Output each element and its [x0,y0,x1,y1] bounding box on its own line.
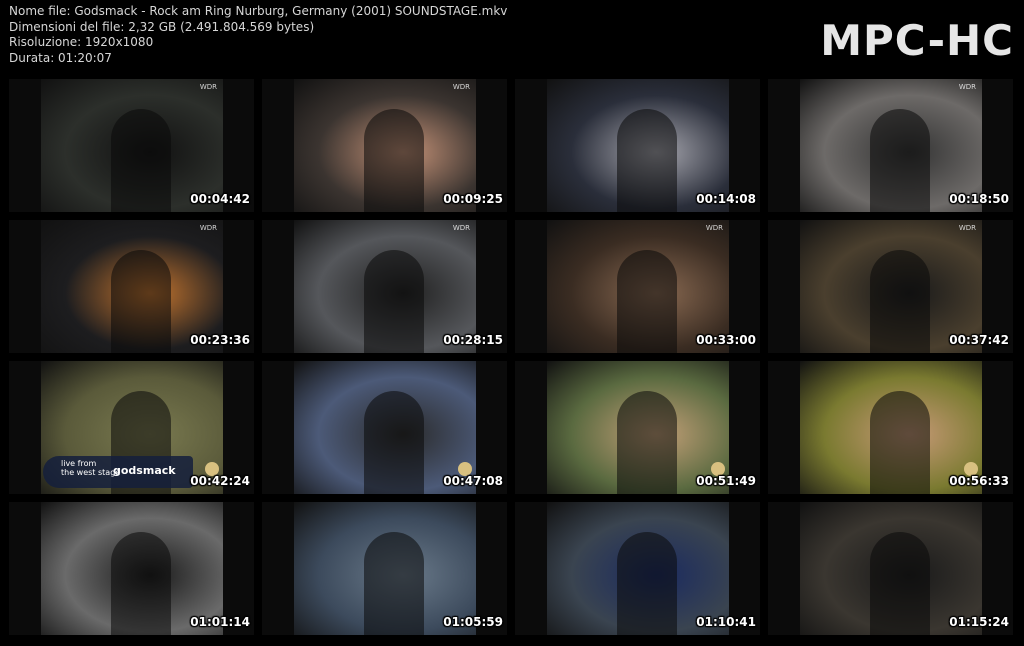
thumbnail[interactable]: WDR 00:33:00 [515,220,760,353]
channel-logo: WDR [199,224,217,232]
timestamp: 01:05:59 [443,615,503,629]
caption-line2: the west stage [61,468,121,477]
channel-logo: WDR [958,83,976,91]
caption-brand: godsmack [113,464,176,477]
timestamp: 00:47:08 [443,474,503,488]
thumbnail[interactable]: 01:05:59 [262,502,507,635]
timestamp: 00:56:33 [949,474,1009,488]
timestamp: 00:51:49 [696,474,756,488]
thumbnail[interactable]: WDR 00:23:36 [9,220,254,353]
thumbnail-grid: WDR 00:04:42 WDR 00:09:25 00:14:08 WDR 00:18:5… [0,0,1024,646]
channel-logo: WDR [199,83,217,91]
timestamp: 00:33:00 [696,333,756,347]
thumbnail[interactable]: 00:14:08 [515,79,760,212]
thumbnail[interactable]: 01:01:14 [9,502,254,635]
timestamp: 01:15:24 [949,615,1009,629]
timestamp: 00:09:25 [443,192,503,206]
thumbnail[interactable]: WDR 00:37:42 [768,220,1013,353]
channel-logo: WDR [705,224,723,232]
timestamp: 00:23:36 [190,333,250,347]
thumbnail[interactable]: WDR 00:04:42 [9,79,254,212]
thumbnail[interactable]: 01:10:41 [515,502,760,635]
channel-logo: WDR [452,224,470,232]
timestamp: 00:42:24 [190,474,250,488]
caption-line1: live from [61,459,97,468]
timestamp: 01:01:14 [190,615,250,629]
channel-logo: WDR [958,224,976,232]
thumbnail[interactable]: 00:51:49 [515,361,760,494]
timestamp: 00:14:08 [696,192,756,206]
thumbnail[interactable]: WDR 00:28:15 [262,220,507,353]
thumbnail[interactable]: live from the west stage godsmack 00:42:24 [9,361,254,494]
thumbnail[interactable]: 01:15:24 [768,502,1013,635]
timestamp: 01:10:41 [696,615,756,629]
thumbnail[interactable]: WDR 00:09:25 [262,79,507,212]
thumbnail[interactable]: 00:47:08 [262,361,507,494]
timestamp: 00:28:15 [443,333,503,347]
thumbnail[interactable]: 00:56:33 [768,361,1013,494]
caption-text: live from the west stage [61,459,120,477]
thumbnail[interactable]: WDR 00:18:50 [768,79,1013,212]
channel-logo: WDR [452,83,470,91]
live-caption-overlay: live from the west stage godsmack [43,456,193,488]
timestamp: 00:37:42 [949,333,1009,347]
timestamp: 00:04:42 [190,192,250,206]
timestamp: 00:18:50 [949,192,1009,206]
